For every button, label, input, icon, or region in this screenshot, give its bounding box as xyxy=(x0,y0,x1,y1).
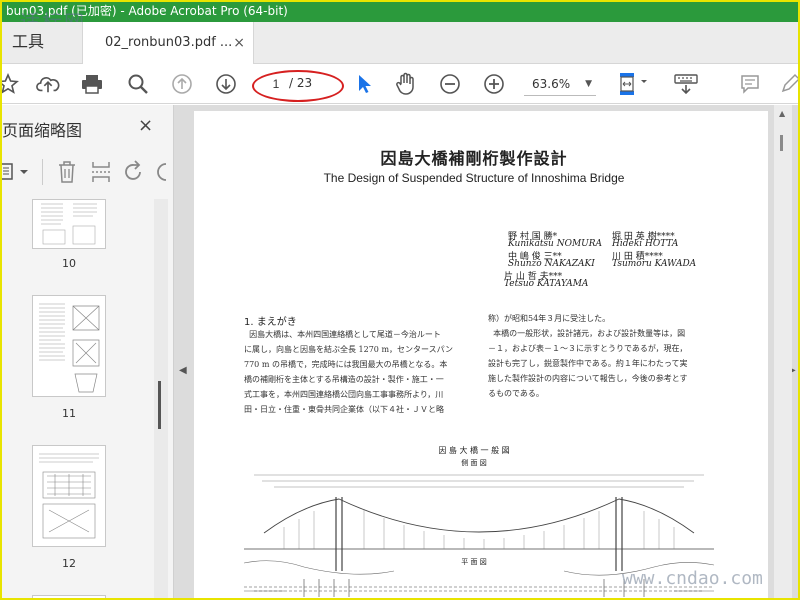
paper-title-english: The Design of Suspended Structure of Inn… xyxy=(323,171,625,185)
extract-page-icon[interactable] xyxy=(90,160,112,188)
author-romaji: Tetsuo KATAYAMA xyxy=(504,279,589,289)
title-bar: bun03.pdf (已加密) - Adobe Acrobat Pro (64-… xyxy=(2,2,798,22)
scroll-up-icon[interactable]: ▲ xyxy=(779,109,785,118)
scroll-left-icon[interactable]: ◀ xyxy=(179,365,187,376)
next-page-icon[interactable] xyxy=(214,72,238,96)
watermark-url: www.cndao.com xyxy=(622,568,763,589)
main-toolbar: / 23 63.6% ▼ xyxy=(2,64,798,104)
document-view: ◀ 因島大橋補剛桁製作設計 The Design of Suspended St… xyxy=(174,105,798,598)
tab-bar: 工具 02_ronbun03.pdf ... × xyxy=(2,22,798,65)
page-fit-icon[interactable] xyxy=(616,72,652,96)
tab-document-label: 02_ronbun03.pdf ... xyxy=(105,35,233,50)
trash-icon[interactable] xyxy=(56,160,78,188)
scrollbar-thumb[interactable] xyxy=(780,135,783,151)
rotate-icon[interactable] xyxy=(122,160,146,188)
chevron-down-icon: ▼ xyxy=(585,79,592,89)
thumbnail-page-number: 12 xyxy=(62,557,76,570)
zoom-out-icon[interactable] xyxy=(438,72,462,96)
page-thumbnail[interactable] xyxy=(32,295,106,397)
close-panel-button[interactable]: × xyxy=(138,115,153,136)
thumbnail-page-number: 11 xyxy=(62,407,76,420)
pdf-page: 因島大橋補剛桁製作設計 The Design of Suspended Stru… xyxy=(194,111,768,598)
options-menu-icon[interactable] xyxy=(2,161,34,187)
star-icon[interactable] xyxy=(2,72,20,96)
scrollbar-thumb[interactable] xyxy=(158,381,161,429)
thumbnail-panel: 页面缩略图 × 10 11 12 xyxy=(2,105,174,598)
figure-title: 因 島 大 橋 一 般 図 xyxy=(438,446,510,455)
page-thumbnail[interactable] xyxy=(32,199,106,249)
section-heading: 1. まえがき xyxy=(244,317,297,328)
paper-title: 因島大橋補剛桁製作設計 xyxy=(380,149,568,168)
zoom-dropdown[interactable]: 63.6% ▼ xyxy=(524,72,596,96)
thumbnail-toolbar xyxy=(2,155,172,189)
search-icon[interactable] xyxy=(126,72,150,96)
close-tab-button[interactable]: × xyxy=(233,22,245,64)
previous-page-icon[interactable] xyxy=(170,72,194,96)
comment-icon[interactable] xyxy=(738,72,762,96)
print-icon[interactable] xyxy=(80,72,104,96)
author-romaji: Hideki HOTTA xyxy=(612,239,679,249)
page-thumbnail[interactable] xyxy=(32,595,106,598)
highlight-annotation xyxy=(252,70,344,102)
pen-icon[interactable] xyxy=(778,72,798,96)
document-scrollbar[interactable]: ▲ xyxy=(774,105,792,598)
thumbnail-list: 10 11 12 xyxy=(2,199,154,598)
thumbnail-page-number: 10 xyxy=(62,257,76,270)
panel-title: 页面缩略图 xyxy=(2,121,83,140)
tab-document[interactable]: 02_ronbun03.pdf ... × xyxy=(82,22,254,65)
page-thumbnail[interactable] xyxy=(32,445,106,547)
author-romaji: Kunikatsu NOMURA xyxy=(508,239,603,249)
keyboard-scroll-icon[interactable] xyxy=(672,72,700,96)
select-arrow-icon[interactable] xyxy=(352,72,376,96)
app-window: bun03.pdf (已加密) - Adobe Acrobat Pro (64-… xyxy=(0,0,800,600)
cloud-upload-icon[interactable] xyxy=(36,72,60,96)
author-romaji: Tsumoru KAWADA xyxy=(612,259,697,269)
zoom-in-icon[interactable] xyxy=(482,72,506,96)
body-text-left: 因島大橋は、本州四国連絡橋として尾道－今治ルート に属し，向島と因島を結ぶ全長 … xyxy=(244,330,454,414)
zoom-value: 63.6% xyxy=(532,77,571,91)
toolbar-divider xyxy=(42,159,43,185)
more-icon[interactable] xyxy=(156,160,172,188)
figure-subtitle: 平 面 図 xyxy=(461,558,487,566)
body-text-right: 称）が昭和54年３月に受注した。 本橋の一般形状，設計諸元，および設計数量等は，… xyxy=(488,314,688,398)
hand-tool-icon[interactable] xyxy=(394,72,418,96)
tab-tools[interactable]: 工具 xyxy=(2,22,82,64)
thumbnail-scrollbar[interactable] xyxy=(154,199,168,598)
author-romaji: Shunzo NAKAZAKI xyxy=(508,259,595,269)
